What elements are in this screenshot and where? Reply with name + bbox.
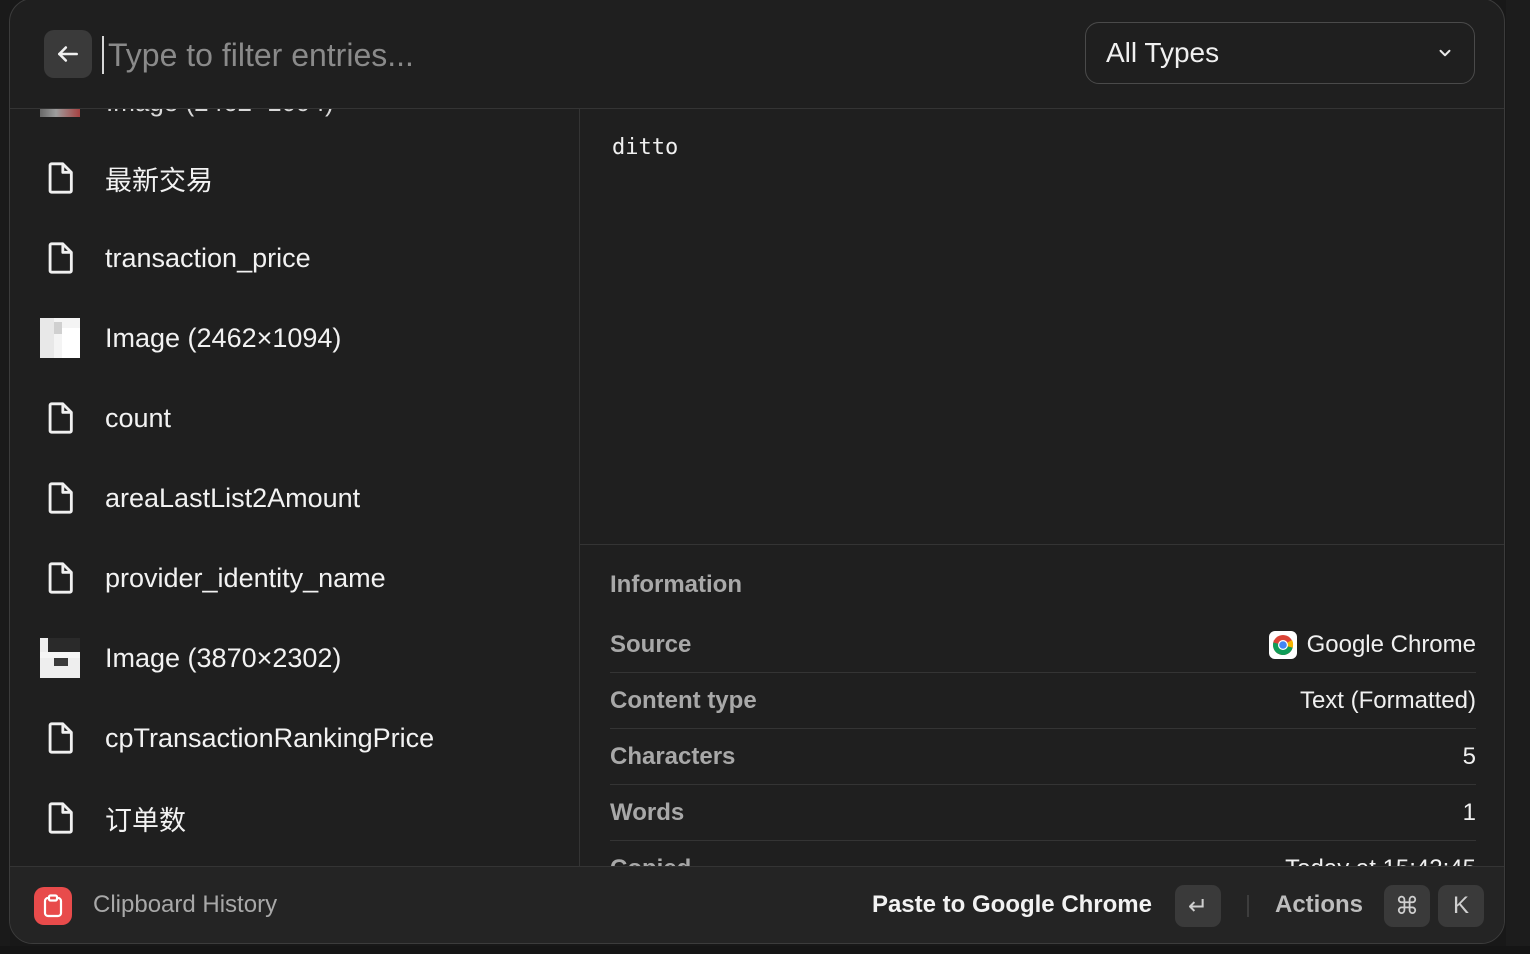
info-value: 5 — [1462, 742, 1476, 770]
image-thumbnail — [40, 318, 80, 358]
list-item-label: Image (2462×1094) — [105, 322, 342, 353]
list-item-partial-label: Image (2462×1094) — [106, 109, 334, 118]
search-bar: All Types — [10, 0, 1504, 109]
list-item-label: 订单数 — [105, 805, 186, 836]
info-row-characters: Characters 5 — [610, 729, 1476, 785]
list-item[interactable]: Image (3870×2302) — [10, 618, 579, 698]
enter-key-hint: ↵ — [1175, 885, 1221, 927]
info-value-text: Google Chrome — [1306, 630, 1476, 658]
list-item[interactable]: 最新交易 — [10, 138, 579, 218]
info-key: Content type — [610, 686, 757, 714]
list-item-label: count — [105, 402, 172, 433]
entries-list: Image (2462×1094) 最新交易 transaction_price… — [10, 109, 580, 866]
list-item-label: 最新交易 — [105, 165, 213, 196]
k-key-hint: K — [1438, 885, 1484, 927]
list-item[interactable]: transaction_price — [10, 218, 579, 298]
list-item[interactable]: provider_identity_name — [10, 538, 579, 618]
type-filter-dropdown[interactable]: All Types — [1085, 22, 1475, 84]
list-item[interactable]: 订单数 — [10, 778, 579, 858]
app-name: Clipboard History — [93, 891, 278, 918]
info-key: Words — [610, 798, 685, 826]
info-key: Characters — [610, 742, 736, 770]
info-row-words: Words 1 — [610, 785, 1476, 841]
divider — [1247, 895, 1249, 917]
document-icon — [40, 558, 80, 598]
search-input[interactable] — [106, 29, 1010, 81]
list-item[interactable]: count — [10, 378, 579, 458]
preview-content: ditto — [612, 135, 679, 160]
arrow-left-icon — [58, 46, 78, 62]
info-value: Today at 15:42:45 — [1285, 855, 1476, 866]
info-value: Google Chrome — [1268, 630, 1476, 659]
info-row-source: Source Google Chrome — [610, 617, 1476, 673]
information-heading: Information — [610, 571, 742, 598]
document-icon — [40, 718, 80, 758]
document-icon — [40, 238, 80, 278]
info-row-copied: Copied Today at 15:42:45 — [610, 841, 1476, 866]
list-item[interactable]: areaLastList2Amount — [10, 458, 579, 538]
chrome-icon — [1268, 630, 1297, 659]
document-icon — [40, 478, 80, 518]
info-key: Source — [610, 630, 692, 658]
image-thumbnail — [40, 638, 80, 678]
text-cursor — [102, 36, 104, 74]
info-value: Text (Formatted) — [1299, 686, 1476, 714]
document-icon — [40, 398, 80, 438]
list-item[interactable]: cpTransactionRankingPrice — [10, 698, 579, 778]
action-bar: Clipboard History Paste to Google Chrome… — [10, 866, 1504, 943]
actions-button[interactable]: Actions — [1275, 891, 1363, 919]
list-item-label: areaLastList2Amount — [105, 482, 361, 513]
clipboard-history-window: All Types Image (2462×1094) 最新交易 transac… — [9, 0, 1505, 944]
list-item-thumbnail-partial — [40, 109, 80, 117]
preview-pane: ditto — [580, 109, 1504, 545]
command-key-hint: ⌘ — [1384, 885, 1430, 927]
document-icon — [40, 798, 80, 838]
desktop-bottom-edge — [0, 946, 1530, 954]
back-button[interactable] — [44, 30, 92, 78]
list-item-label: transaction_price — [105, 242, 311, 273]
information-panel: Information Source Google Chrome Content… — [580, 545, 1504, 866]
list-item-label: provider_identity_name — [105, 562, 386, 593]
list-item-label: cpTransactionRankingPrice — [105, 722, 435, 753]
list-item-label: Image (3870×2302) — [105, 642, 342, 673]
chevron-down-icon — [1439, 49, 1451, 57]
list-item[interactable]: Image (2462×1094) — [10, 298, 579, 378]
desktop-right-edge — [1506, 0, 1530, 954]
type-filter-value: All Types — [1106, 37, 1220, 68]
clipboard-icon — [34, 887, 72, 925]
document-icon — [40, 158, 80, 198]
info-key: Copied — [610, 855, 691, 866]
info-value: 1 — [1462, 798, 1476, 826]
info-row-content-type: Content type Text (Formatted) — [610, 673, 1476, 729]
paste-to-chrome-button[interactable]: Paste to Google Chrome — [872, 891, 1152, 919]
